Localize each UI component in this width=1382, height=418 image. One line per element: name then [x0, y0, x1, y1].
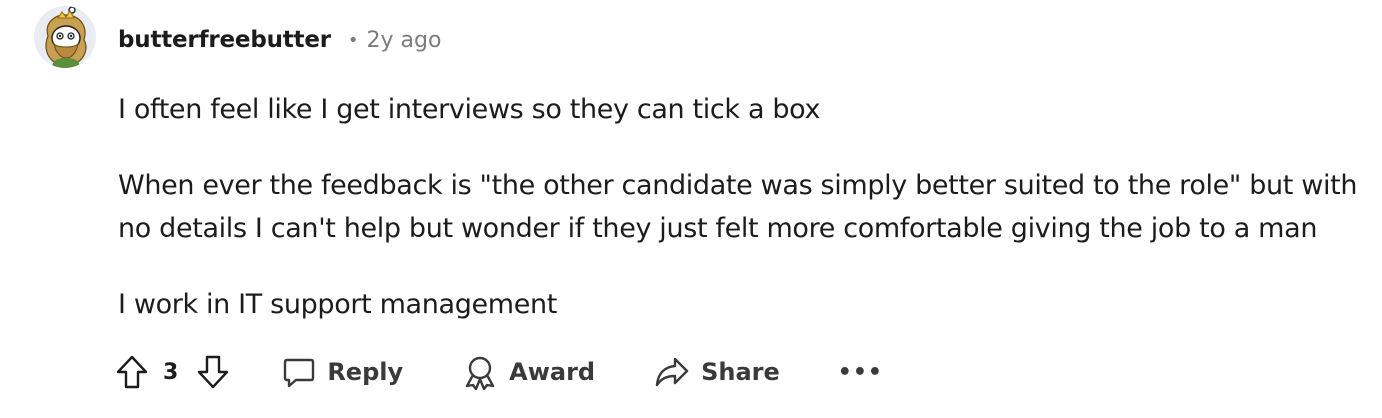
award-label: Award	[509, 358, 596, 386]
reply-label: Reply	[327, 358, 404, 386]
comment-paragraph: When ever the feedback is "the other can…	[118, 170, 1358, 244]
meta-separator: •	[347, 29, 359, 51]
reply-button[interactable]: Reply	[282, 355, 403, 389]
arrow-down-icon	[198, 355, 229, 389]
comment-paragraph: I work in IT support management	[118, 289, 557, 320]
snoo-avatar-icon[interactable]	[34, 6, 96, 68]
downvote-button[interactable]	[196, 354, 230, 390]
speech-bubble-icon	[284, 358, 315, 388]
share-arrow-icon	[655, 357, 689, 387]
upvote-button[interactable]	[115, 354, 149, 390]
award-button[interactable]: Award	[462, 354, 595, 390]
comment: butterfreebutter • 2y ago I often feel l…	[0, 0, 1382, 418]
arrow-up-icon	[116, 355, 148, 389]
comment-body: I often feel like I get interviews so th…	[118, 88, 1373, 359]
share-label: Share	[701, 358, 780, 386]
more-options-button[interactable]: •••	[838, 360, 883, 385]
author-name[interactable]: butterfreebutter	[118, 27, 331, 53]
share-button[interactable]: Share	[654, 355, 780, 389]
vote-count: 3	[163, 359, 179, 385]
comment-meta: butterfreebutter • 2y ago	[118, 24, 441, 56]
comment-paragraph: I often feel like I get interviews so th…	[118, 94, 821, 125]
timestamp[interactable]: 2y ago	[367, 28, 442, 53]
comment-actions: 3 Reply Award Share •••	[115, 350, 883, 394]
award-ribbon-icon	[465, 356, 495, 390]
